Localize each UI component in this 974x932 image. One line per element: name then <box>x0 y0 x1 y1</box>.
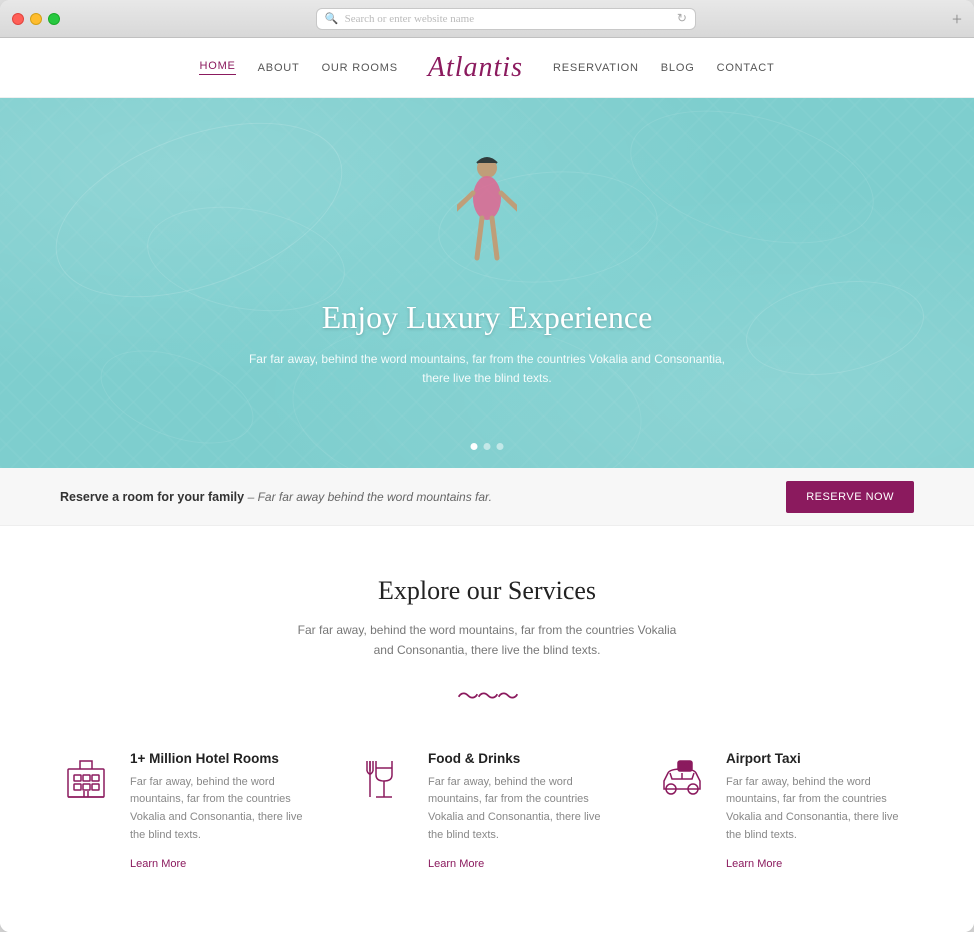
hero-subtitle: Far far away, behind the word mountains,… <box>237 350 737 388</box>
services-subtitle: Far far away, behind the word mountains,… <box>297 620 677 661</box>
service-content-taxi: Airport Taxi Far far away, behind the wo… <box>726 751 914 872</box>
website-content: HOME ABOUT OUR ROOMS Atlantis RESERVATIO… <box>0 38 974 932</box>
service-desc-taxi: Far far away, behind the word mountains,… <box>726 774 914 844</box>
reserve-banner-text: Reserve a room for your family – Far far… <box>60 490 492 504</box>
hero-dot-3[interactable] <box>497 443 504 450</box>
services-title: Explore our Services <box>60 576 914 606</box>
browser-titlebar: 🔍 Search or enter website name ↻ + <box>0 0 974 38</box>
nav-our-rooms[interactable]: OUR ROOMS <box>322 62 398 74</box>
service-title-food: Food & Drinks <box>428 751 616 766</box>
maximize-button[interactable] <box>48 13 60 25</box>
address-bar[interactable]: 🔍 Search or enter website name ↻ <box>316 8 696 30</box>
hotel-rooms-icon <box>60 751 112 803</box>
food-drinks-icon <box>358 751 410 803</box>
nav-home[interactable]: HOME <box>199 60 235 75</box>
hero-dot-2[interactable] <box>484 443 491 450</box>
refresh-icon[interactable]: ↻ <box>677 11 687 26</box>
address-bar-area: 🔍 Search or enter website name ↻ <box>68 8 944 30</box>
nav-about[interactable]: ABOUT <box>258 62 300 74</box>
reserve-now-button[interactable]: Reserve now <box>786 481 914 513</box>
nav-links-right: RESERVATION BLOG CONTACT <box>553 62 775 74</box>
service-desc-food: Far far away, behind the word mountains,… <box>428 774 616 844</box>
nav-reservation[interactable]: RESERVATION <box>553 62 639 74</box>
search-icon: 🔍 <box>325 12 339 25</box>
address-text: Search or enter website name <box>345 13 475 25</box>
service-item-food: Food & Drinks Far far away, behind the w… <box>358 751 616 872</box>
services-section: Explore our Services Far far away, behin… <box>0 526 974 932</box>
service-desc-hotel: Far far away, behind the word mountains,… <box>130 774 318 844</box>
svg-text:P: P <box>681 765 686 772</box>
service-content-food: Food & Drinks Far far away, behind the w… <box>428 751 616 872</box>
hero-person-illustration <box>457 148 517 308</box>
service-link-taxi[interactable]: Learn More <box>726 858 782 870</box>
service-link-food[interactable]: Learn More <box>428 858 484 870</box>
service-title-taxi: Airport Taxi <box>726 751 914 766</box>
hero-content: Enjoy Luxury Experience Far far away, be… <box>237 299 737 388</box>
browser-window: 🔍 Search or enter website name ↻ + HOME … <box>0 0 974 932</box>
service-link-hotel[interactable]: Learn More <box>130 858 186 870</box>
hero-section: Enjoy Luxury Experience Far far away, be… <box>0 98 974 468</box>
nav-blog[interactable]: BLOG <box>661 62 695 74</box>
hero-dot-1[interactable] <box>471 443 478 450</box>
brand-logo[interactable]: Atlantis <box>428 52 523 84</box>
service-title-hotel: 1+ Million Hotel Rooms <box>130 751 318 766</box>
navbar: HOME ABOUT OUR ROOMS Atlantis RESERVATIO… <box>0 38 974 98</box>
section-divider: 〜〜〜 <box>60 679 914 711</box>
service-content-hotel: 1+ Million Hotel Rooms Far far away, beh… <box>130 751 318 872</box>
service-item-taxi: P Airport Taxi Far far away, behind the … <box>656 751 914 872</box>
wave-icon: 〜〜〜 <box>457 684 517 709</box>
hero-title: Enjoy Luxury Experience <box>237 299 737 336</box>
reserve-banner: Reserve a room for your family – Far far… <box>0 468 974 526</box>
close-button[interactable] <box>12 13 24 25</box>
hero-background <box>0 98 974 468</box>
traffic-lights <box>12 13 60 25</box>
new-tab-button[interactable]: + <box>952 10 962 28</box>
airport-taxi-icon: P <box>656 751 708 803</box>
nav-links-left: HOME ABOUT OUR ROOMS <box>199 60 397 75</box>
minimize-button[interactable] <box>30 13 42 25</box>
hero-pagination <box>471 443 504 450</box>
services-grid: 1+ Million Hotel Rooms Far far away, beh… <box>60 751 914 872</box>
service-item-hotel: 1+ Million Hotel Rooms Far far away, beh… <box>60 751 318 872</box>
nav-contact[interactable]: CONTACT <box>717 62 775 74</box>
